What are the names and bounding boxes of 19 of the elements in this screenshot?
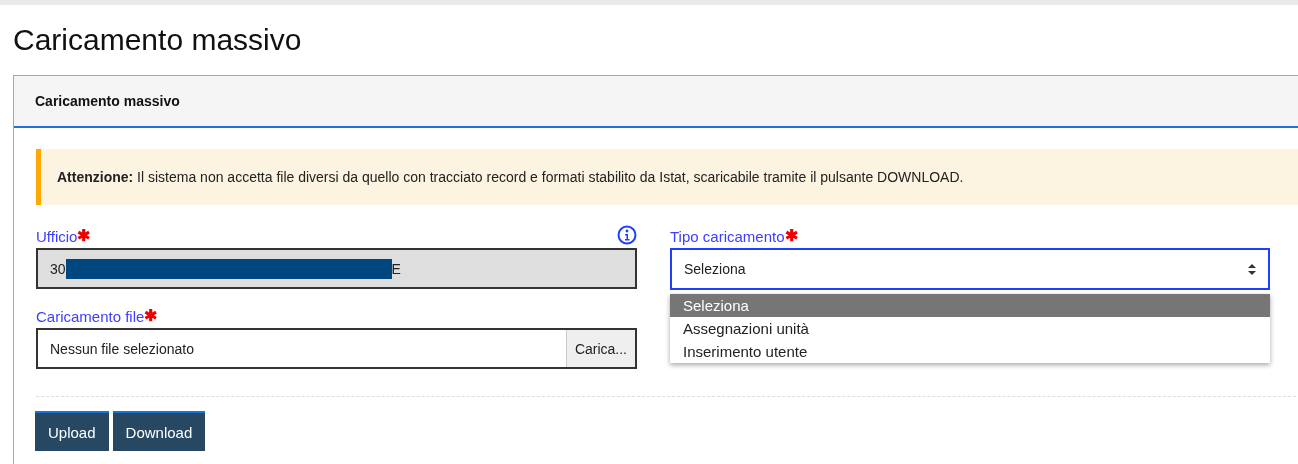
- field-label: Ufficio: [36, 228, 78, 245]
- required-mark: ✱: [77, 226, 91, 245]
- required-mark: ✱: [784, 226, 798, 245]
- dropdown-option[interactable]: Inserimento utente: [670, 340, 1270, 363]
- required-mark: ✱: [144, 306, 158, 325]
- action-button[interactable]: Upload: [35, 411, 109, 451]
- browse-button[interactable]: Carica...: [565, 330, 635, 367]
- dropdown-option[interactable]: Seleziona: [670, 294, 1270, 317]
- type-select[interactable]: Seleziona: [670, 248, 1270, 290]
- panel-title: Caricamento massivo: [35, 93, 180, 109]
- warning-text: Attenzione: Il sistema non accetta file diversi da quello con tracciato record e formati stabilito da Istat, scaricabile tramite il pulsante DOWNLOAD.: [57, 169, 964, 185]
- action-button[interactable]: Download: [112, 411, 206, 451]
- dropdown-option[interactable]: Assegnazioni unità: [670, 317, 1270, 340]
- info-icon[interactable]: [617, 225, 637, 245]
- file-input-field[interactable]: Nessun file selezionato Carica...: [36, 328, 637, 369]
- sort-caret-icon: [1248, 263, 1256, 275]
- field-label: Caricamento file: [36, 308, 145, 325]
- page-title: Caricamento massivo: [13, 23, 303, 58]
- field-label: Tipo caricamento: [670, 228, 785, 245]
